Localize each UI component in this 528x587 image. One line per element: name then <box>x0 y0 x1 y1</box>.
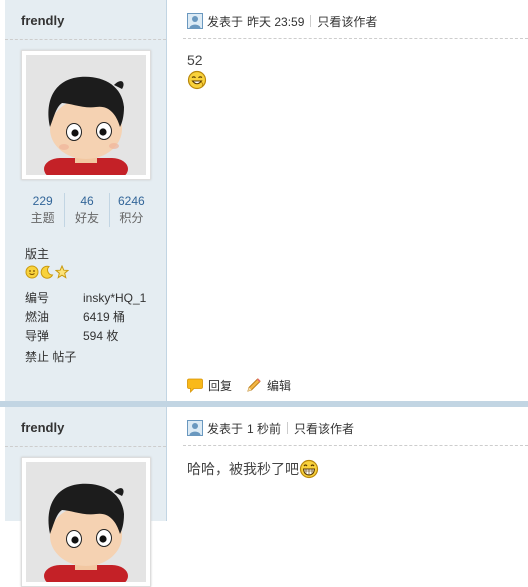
avatar[interactable] <box>21 457 151 587</box>
info-value: 594 枚 <box>83 329 119 343</box>
author-name[interactable]: frendly <box>21 420 64 435</box>
speech-bubble-icon <box>187 378 203 393</box>
ban-post-link[interactable]: 禁止 帖子 <box>25 348 76 365</box>
posted-prefix: 发表于 <box>207 14 244 29</box>
stat-topics[interactable]: 229 主题 <box>21 193 64 227</box>
pencil-icon <box>247 378 261 392</box>
user-post-icon <box>187 420 203 436</box>
stat-friends-label: 好友 <box>74 211 99 225</box>
post-text: 哈哈，被我秒了吧 <box>187 461 299 477</box>
info-key: 编号 <box>25 291 50 305</box>
divider <box>5 446 166 447</box>
post: frendly 229 主题 46 好友 6246 积分 版主 编号 insky… <box>0 0 528 407</box>
post-text: 52 <box>187 52 203 68</box>
stat-points-label: 积分 <box>119 211 144 225</box>
stat-friends-value[interactable]: 46 <box>65 193 108 209</box>
grin-wink-smiley-icon <box>187 70 207 90</box>
reply-button[interactable]: 回复 <box>187 377 232 394</box>
post-meta: 发表于 1 秒前 只看该作者 <box>187 419 354 437</box>
sun-icon <box>25 265 39 279</box>
user-stats: 229 主题 46 好友 6246 积分 <box>21 193 153 227</box>
info-value: insky*HQ_1 <box>83 291 147 305</box>
user-post-icon <box>187 13 203 29</box>
stat-topics-value[interactable]: 229 <box>21 193 64 209</box>
info-value: 6419 桶 <box>83 310 126 324</box>
post-meta: 发表于 昨天 23:59 只看该作者 <box>187 12 377 30</box>
edit-button[interactable]: 编辑 <box>246 377 291 394</box>
posted-time: 昨天 23:59 <box>247 14 305 29</box>
separator <box>287 422 289 434</box>
edit-label: 编辑 <box>267 379 292 393</box>
stat-points[interactable]: 6246 积分 <box>108 193 153 227</box>
stat-topics-label: 主题 <box>30 211 55 225</box>
author-only-link[interactable]: 只看该作者 <box>317 13 377 30</box>
post-content: 哈哈，被我秒了吧 <box>187 459 319 479</box>
stat-points-value[interactable]: 6246 <box>110 193 153 209</box>
user-rank[interactable]: 版主 <box>25 245 49 262</box>
divider <box>183 445 528 446</box>
post: frendly 发表于 1 秒前 只看该作者 哈哈，被我秒了吧 <box>0 407 528 587</box>
star-icon <box>55 265 69 279</box>
post-actions: 回复 编辑 <box>187 377 305 394</box>
post-main: 发表于 昨天 23:59 只看该作者 52 回复 编辑 <box>167 0 528 407</box>
avatar[interactable] <box>21 50 151 180</box>
big-grin-smiley-icon <box>299 459 319 479</box>
avatar-image <box>26 55 146 175</box>
posted-time: 1 秒前 <box>247 421 282 436</box>
author-name[interactable]: frendly <box>21 13 64 28</box>
rank-stars <box>25 265 69 279</box>
avatar-image <box>26 462 146 582</box>
reply-label: 回复 <box>208 379 233 393</box>
stat-friends[interactable]: 46 好友 <box>64 193 108 227</box>
author-only-link[interactable]: 只看该作者 <box>294 420 354 437</box>
posted-prefix: 发表于 <box>207 421 244 436</box>
author-sidebar: frendly <box>5 407 167 587</box>
info-row-missile: 导弹 594 枚 <box>25 327 146 346</box>
info-row-fuel: 燃油 6419 桶 <box>25 308 146 327</box>
info-key: 导弹 <box>25 329 50 343</box>
author-sidebar: frendly 229 主题 46 好友 6246 积分 版主 编号 insky… <box>5 0 167 407</box>
info-row-id: 编号 insky*HQ_1 <box>25 289 146 308</box>
user-info: 编号 insky*HQ_1 燃油 6419 桶 导弹 594 枚 <box>25 289 146 346</box>
post-main: 发表于 1 秒前 只看该作者 哈哈，被我秒了吧 <box>167 407 528 521</box>
post-content: 52 <box>187 52 207 93</box>
divider <box>5 39 166 40</box>
moon-icon <box>40 265 54 279</box>
divider <box>183 38 528 39</box>
info-key: 燃油 <box>25 310 50 324</box>
separator <box>310 15 312 27</box>
